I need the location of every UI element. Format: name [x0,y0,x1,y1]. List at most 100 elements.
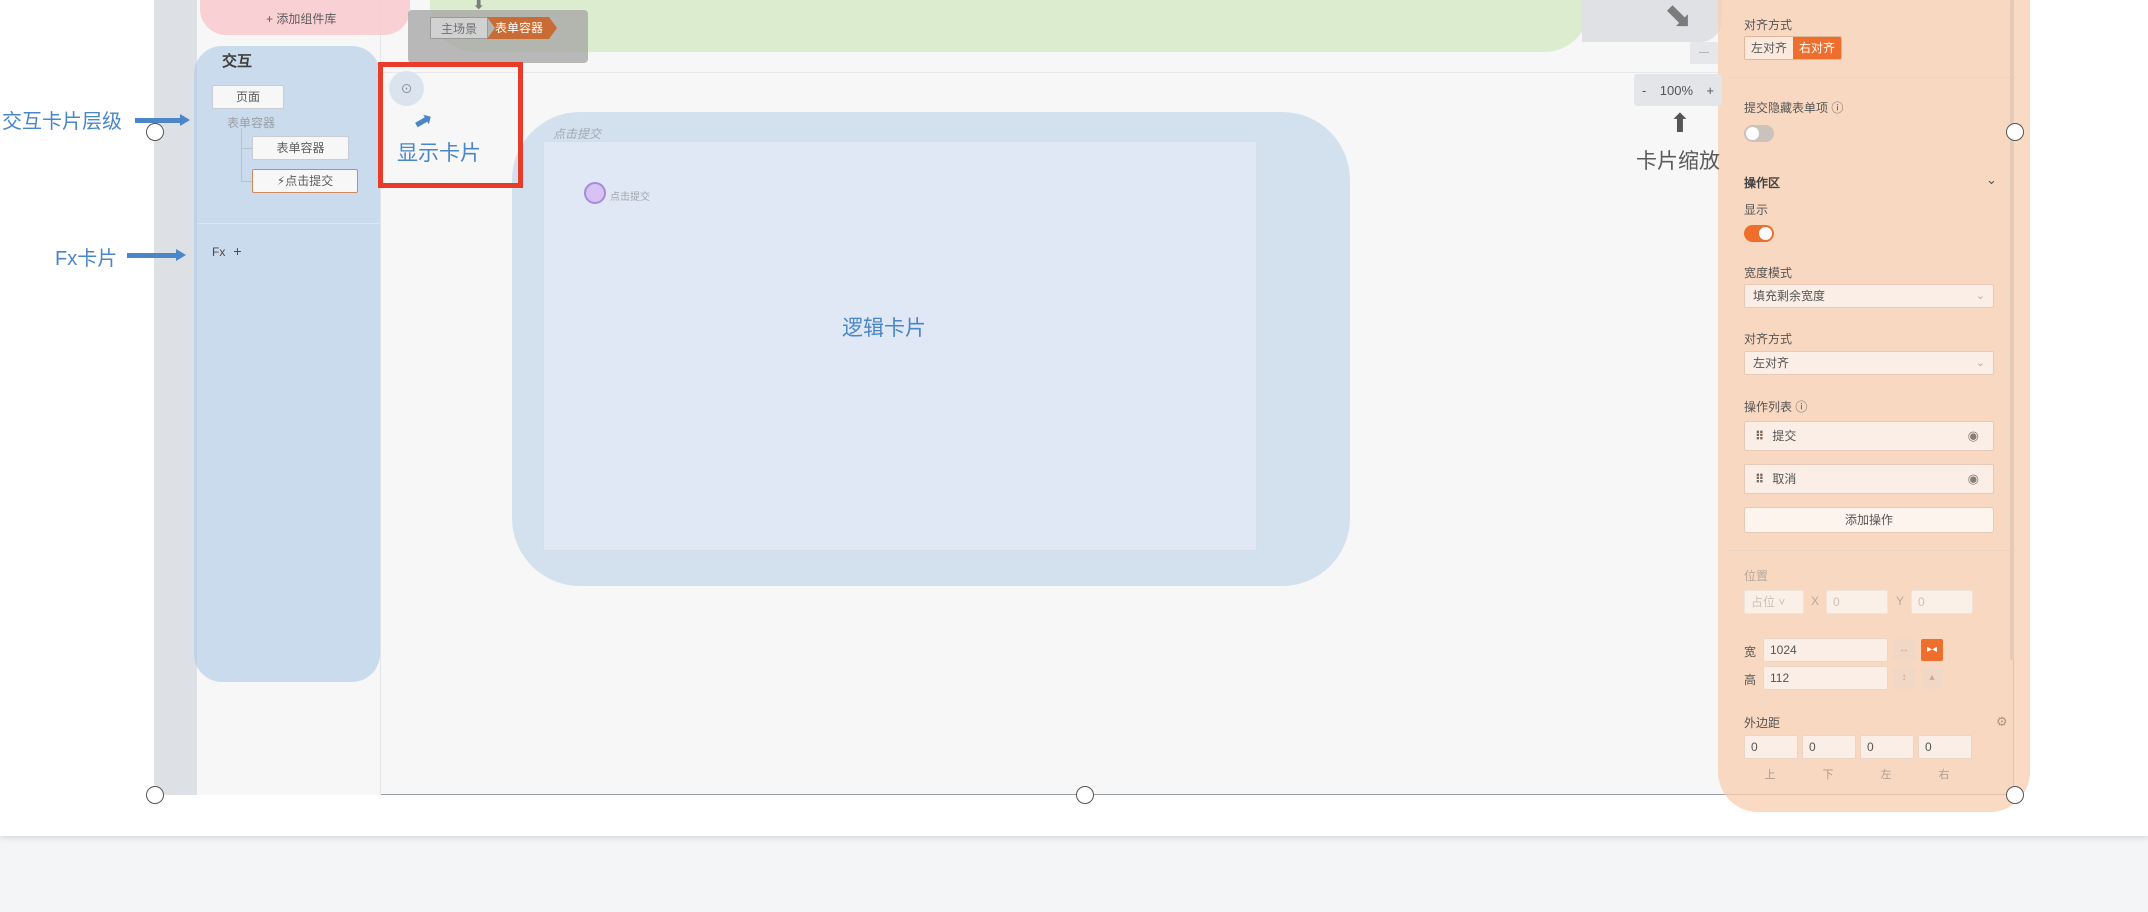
arrow-right-icon [135,118,181,123]
resize-handle-bottom-right[interactable] [2006,786,2024,804]
submit-hidden-toggle[interactable] [1744,125,1774,142]
margin-right-input[interactable]: 0 [1918,735,1972,759]
top-right-highlight [1582,0,1722,42]
divider [1728,550,2016,551]
width-input[interactable]: 1024 [1763,638,1888,662]
logic-node[interactable] [584,182,606,204]
eye-icon[interactable]: ◉ [1968,465,1979,493]
resize-handle-bottom-left[interactable] [146,786,164,804]
y-input[interactable]: 0 [1911,590,1973,614]
op-cancel-label: 取消 [1772,472,1797,486]
margin-top-input[interactable]: 0 [1744,735,1798,759]
zoom-value: 100% [1659,82,1693,98]
logic-card[interactable] [543,141,1257,551]
width-fixed-button[interactable]: ↔ [1893,639,1915,661]
align-right-option[interactable]: 右对齐 [1793,37,1842,59]
drag-handle-icon[interactable]: ⠿ [1755,472,1764,486]
gear-icon[interactable]: ⚙ [1996,714,2008,730]
fx-add-button[interactable]: + [233,243,241,259]
align-label: 对齐方式 [1744,18,1793,32]
margin-label: 外边距 [1744,716,1781,730]
show-label: 显示 [1744,203,1769,217]
height-fill-button[interactable]: ▴ [1921,667,1943,689]
margin-left-input[interactable]: 0 [1860,735,1914,759]
arrow-right-icon [127,253,177,258]
logic-node-label: 点击提交 [610,192,650,203]
tree-connector [241,128,242,182]
margin-top-caption: 上 [1764,769,1776,781]
fx-label: Fx [212,245,226,259]
submit-hidden-label: 提交隐藏表单项 ⓘ [1744,101,1844,115]
divider [1728,77,2016,78]
zoom-in-button[interactable]: + [1706,83,1714,98]
arrow-right-icon [180,114,190,126]
stage: + 添加组件库 ⬇ 主场景 表单容器 交互 页面 表单容器 表单容器 ⚡点击提交… [0,0,2148,912]
properties-scrollbar[interactable] [2010,0,2014,660]
properties-panel: 对齐方式 左对齐 右对齐 提交隐藏表单项 ⓘ 操作区 ⌄ 显示 宽度模式 填充剩… [1728,0,2016,795]
drag-handle-icon[interactable]: ⠿ [1755,429,1764,443]
op-row-cancel[interactable]: ⠿ 取消 ◉ [1744,464,1994,494]
tree-node-page[interactable]: 页面 [212,85,284,109]
breadcrumb-form-container[interactable]: 表单容器 [487,17,557,39]
align2-label: 对齐方式 [1744,332,1793,346]
position-label: 位置 [1744,569,1769,583]
tree-connector [241,148,252,149]
tree-connector [241,181,252,182]
ops-list-label: 操作列表 ⓘ [1744,400,1808,414]
align-left-option[interactable]: 左对齐 [1745,37,1794,59]
annotation-fx-card: Fx卡片 [55,248,118,270]
fx-row: Fx + [212,243,242,259]
resize-handle-bottom[interactable] [1076,786,1094,804]
chevron-down-icon: ⌄ [1975,357,1985,369]
chevron-down-icon: ⌄ [1975,290,1985,302]
y-label: Y [1896,594,1905,608]
breadcrumb: 主场景 表单容器 [430,17,557,39]
show-toggle[interactable] [1744,225,1774,242]
width-mode-select[interactable]: 填充剩余宽度 ⌄ [1744,284,1994,308]
add-library-button[interactable]: + 添加组件库 [266,10,336,27]
margin-bottom-input[interactable]: 0 [1802,735,1856,759]
zoom-out-button[interactable]: - [1642,83,1646,98]
interaction-divider [197,223,381,224]
zoom-control: - 100% + [1634,74,1722,106]
interaction-title: 交互 [222,53,253,70]
align2-select[interactable]: 左对齐 ⌄ [1744,351,1994,375]
logic-card-tag: 点击提交 [553,127,602,141]
width-mode-value: 填充剩余宽度 [1753,289,1826,303]
align2-value: 左对齐 [1753,356,1790,370]
height-label: 高 [1744,673,1757,687]
eye-icon[interactable]: ◉ [1968,422,1979,450]
collapse-button[interactable]: — [1690,42,1718,64]
height-fixed-button[interactable]: ↕ [1893,667,1915,689]
width-fill-button[interactable]: ▸◂ [1921,639,1943,661]
ops-area-label: 操作区 [1744,176,1781,190]
display-card-highlight-box [378,62,523,188]
canvas-top-divider [381,72,1718,73]
tree-label-form-container: 表单容器 [227,116,276,130]
tree-node-click-submit[interactable]: ⚡点击提交 [252,169,358,193]
arrow-down-icon: ⬇ [472,0,486,13]
chevron-down-icon[interactable]: ⌄ [1986,172,1997,188]
height-input[interactable]: 112 [1763,666,1888,690]
arrow-right-icon [176,249,186,261]
x-label: X [1811,594,1820,608]
x-input[interactable]: 0 [1826,590,1888,614]
position-select[interactable]: 占位 ˅ [1744,590,1804,614]
breadcrumb-main-scene[interactable]: 主场景 [430,17,489,39]
width-mode-label: 宽度模式 [1744,266,1793,280]
annotation-display-card: 显示卡片 [397,142,481,165]
arrow-up-icon: ⬆ [1669,108,1691,138]
annotation-card-zoom: 卡片缩放 [1636,150,1720,173]
scene-highlight [430,0,1590,52]
annotation-logic-card: 逻辑卡片 [842,317,926,340]
add-operation-button[interactable]: 添加操作 [1744,507,1994,533]
resize-handle-right[interactable] [2006,123,2024,141]
margin-right-caption: 右 [1938,769,1950,781]
diagonal-arrow-icon: ⬊ [1664,0,1693,35]
op-row-submit[interactable]: ⠿ 提交 ◉ [1744,421,1994,451]
position-value: 占位 [1751,595,1776,609]
tree-node-form-container[interactable]: 表单容器 [252,136,349,160]
annotation-interaction-level: 交互卡片层级 [2,111,122,133]
resize-handle-left[interactable] [146,123,164,141]
margin-bottom-caption: 下 [1822,769,1834,781]
